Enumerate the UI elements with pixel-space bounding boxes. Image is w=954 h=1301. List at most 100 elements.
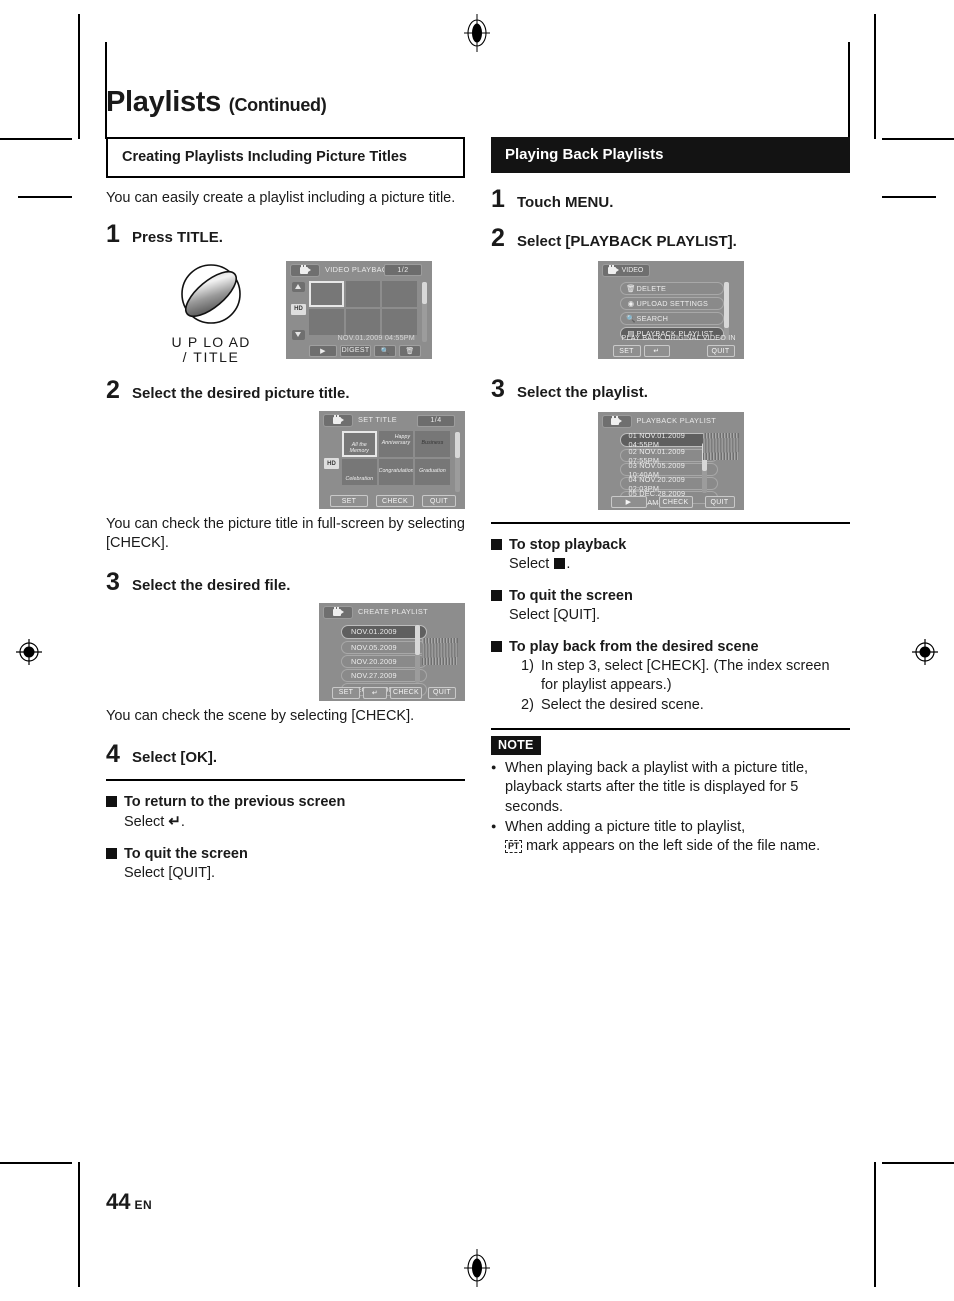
note-item: When playing back a playlist with a pict… [491,759,850,817]
square-bullet-icon [106,796,117,808]
set-button[interactable]: SET [332,686,360,699]
thumbnail-row [309,308,417,335]
crop-mark-tl-h [0,138,72,140]
right-step-1: 1 Touch MENU. [491,187,850,212]
play-button[interactable]: ▶ [610,496,647,508]
camcorder-icon [332,606,344,617]
video-menu-button-row: SET ↵ QUIT [599,344,743,358]
step-2-figure: SET TITLE 1/4 HD All the Memory Happy An… [106,411,465,510]
left-step-4-number: 4 [106,740,120,769]
quit-button[interactable]: QUIT [704,496,735,508]
title-thumbnail[interactable]: Happy Anniversary [378,431,414,458]
digest-button[interactable]: DIGEST [340,344,371,357]
right-tip-scene-head: To play back from the desired scene [491,638,850,657]
check-button[interactable]: CHECK [390,686,422,699]
quit-button[interactable]: QUIT [422,495,456,508]
right-section-header: Playing Back Playlists [491,137,850,173]
screen-create-playlist: CREATE PLAYLIST NOV.01.2009 NOV.05.2009 … [319,602,465,701]
right-step-2: 2 Select [PLAYBACK PLAYLIST]. [491,226,850,251]
crop-mark-bl-v [78,1162,80,1287]
square-bullet-icon [106,848,117,860]
right-tip-stop-title: To stop playback [509,537,627,553]
set-title-screen-title: SET TITLE [358,415,397,425]
left-tip-return-prefix: Select [124,813,169,830]
title-thumbnail[interactable]: Congratulations [378,459,414,486]
menu-item-delete[interactable]: 🗑 DELETE [619,282,724,295]
search-icon-button[interactable]: 🔍 [374,344,396,357]
playlist-date-label: NOV.05.2009 [351,642,397,652]
create-playlist-title: CREATE PLAYLIST [358,606,428,616]
search-icon: 🔍 [626,314,636,323]
playlist-preview-thumbnail [702,433,739,460]
left-step-2: 2 Select the desired picture title. [106,378,465,403]
crop-mark-bl-h [0,1162,72,1164]
check-button[interactable]: CHECK [658,496,693,508]
title-thumbnail[interactable]: Celebration [342,459,377,486]
title-thumbnail-label: Happy Anniversary [381,434,411,447]
video-playback-page-badge: 1/2 [384,264,422,277]
menu-item-search[interactable]: 🔍 SEARCH [619,312,724,325]
right-tip-stop-body: Select . [509,555,850,574]
left-step-2-text: Select the desired picture title. [132,385,350,403]
page-content: Playlists (Continued) Creating Playlists… [106,88,850,1218]
video-playback-tab-button[interactable] [290,263,320,277]
create-playlist-button-row: SET ↵ CHECK QUIT [320,686,464,700]
right-tip-scene-title: To play back from the desired scene [509,639,759,656]
vertical-scrollbar[interactable] [422,281,427,342]
playback-playlist-button-row: ▶ CHECK QUIT [599,495,743,509]
upload-icon: ◉ [627,299,635,308]
left-step-3-number: 3 [106,567,120,596]
video-thumbnail[interactable] [382,280,417,307]
scroll-down-button[interactable] [292,329,305,340]
upload-title-button-figure: U P LO AD / TITLE [136,261,286,364]
left-tip-quit-title: To quit the screen [124,846,248,863]
title-thumbnail[interactable]: Business [415,431,450,458]
vertical-scrollbar[interactable] [415,624,420,683]
video-playback-title: VIDEO PLAYBACK [325,264,393,274]
back-arrow-button[interactable]: ↵ [363,686,387,699]
check-button[interactable]: CHECK [376,495,414,508]
set-button[interactable]: SET [612,345,641,357]
crop-mark-tl-v [78,14,80,139]
menu-item-upload-settings[interactable]: ◉ UPLOAD SETTINGS [619,297,724,310]
quit-button[interactable]: QUIT [428,686,456,699]
vertical-scrollbar[interactable] [723,282,729,340]
scroll-up-button[interactable] [292,281,305,292]
video-thumbnail[interactable] [309,308,344,335]
set-button[interactable]: SET [330,495,368,508]
video-menu-tab-button[interactable]: VIDEO [601,264,650,277]
playback-playlist-title: PLAYBACK PLAYLIST [636,416,717,425]
left-tip-return-suffix: . [180,813,185,830]
video-thumbnail[interactable] [345,308,381,335]
vertical-scrollbar[interactable] [455,432,460,493]
right-step-2-figure: VIDEO 🗑 DELETE ◉ UPLOAD SETTINGS 🔍 SEARC… [491,261,850,359]
back-arrow-button[interactable]: ↵ [643,345,670,357]
quit-button[interactable]: QUIT [706,345,735,357]
set-title-tab-button[interactable] [323,414,353,428]
note-divider [491,727,850,730]
trash-icon: 🗑 [626,284,636,293]
list-item: 1) In step 3, select [CHECK]. (The index… [521,657,850,696]
title-thumbnail[interactable]: All the Memory [342,431,377,458]
playback-playlist-tab-button[interactable] [601,415,632,428]
list-item-text: In step 3, select [CHECK]. (The index sc… [541,658,830,694]
step-1-figures: U P LO AD / TITLE VIDEO PLAYBACK 1/2 HD [106,255,465,368]
create-playlist-tab-button[interactable] [323,605,353,619]
upload-title-caption-line1: U P LO AD [171,333,251,350]
left-step-2-note: You can check the picture title in full-… [106,516,465,552]
title-thumbnail-label: Graduation [419,468,446,475]
title-thumbnail[interactable]: Graduation [415,459,450,486]
trash-icon-button[interactable]: 🗑 [399,344,421,357]
video-thumbnail[interactable] [382,308,417,335]
left-tip-return-head: To return to the previous screen [106,793,465,812]
title-thumbnail-label: All the Memory [349,442,369,455]
left-step-4-text: Select [OK]. [132,749,218,767]
right-step-3: 3 Select the playlist. [491,377,850,402]
crop-mark-tr-h2 [882,196,936,198]
left-section-header: Creating Playlists Including Picture Tit… [106,137,465,178]
video-thumbnail[interactable] [309,280,344,307]
play-button[interactable]: ▶ [309,344,337,357]
right-tip-quit: To quit the screen Select [QUIT]. [491,587,850,625]
right-tip-stop-suffix: . [566,555,571,572]
video-thumbnail[interactable] [345,280,381,307]
